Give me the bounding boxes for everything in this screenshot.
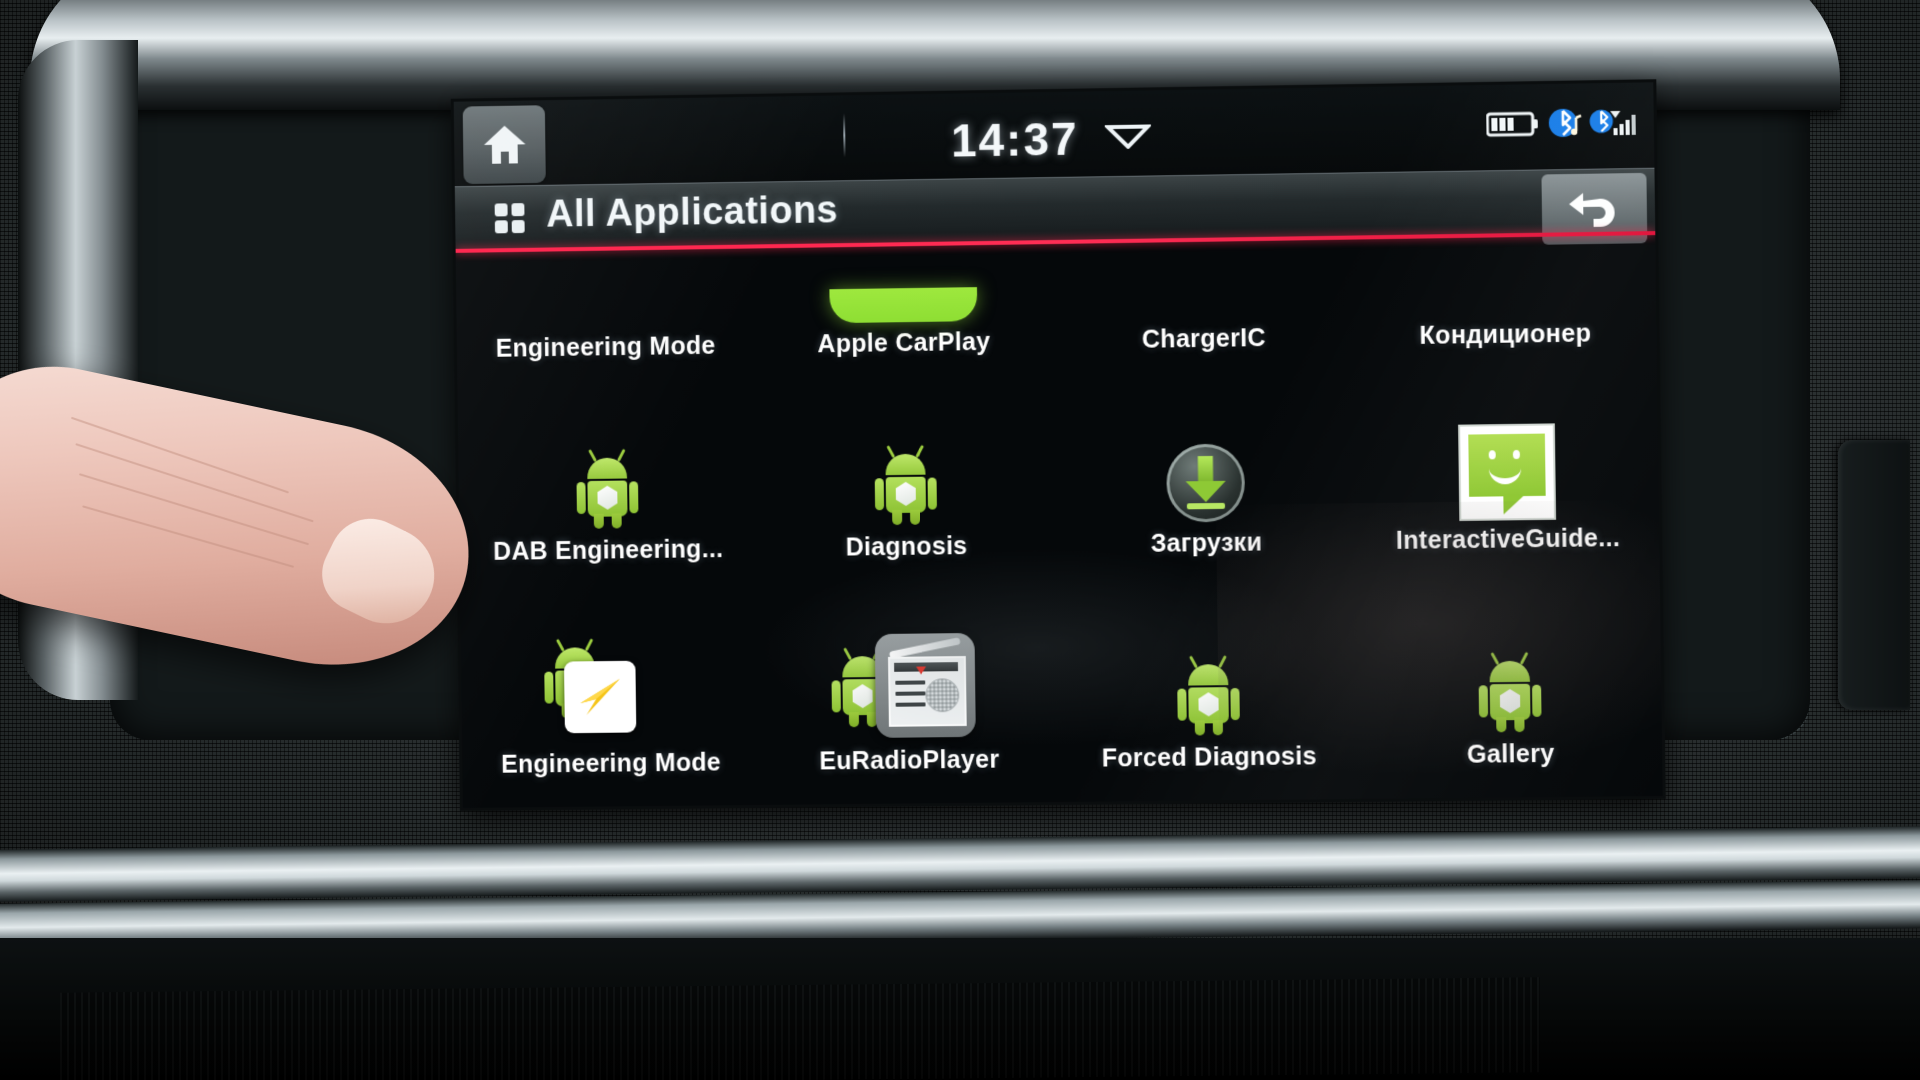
app-grid: Engineering Mode Apple CarPlay ChargerIC…	[456, 235, 1663, 808]
app-item-zagruzki[interactable]: Загрузки	[1054, 366, 1357, 560]
app-item-diagnosis[interactable]: Diagnosis	[755, 370, 1057, 564]
clock-area[interactable]: 14:37	[454, 102, 1654, 175]
app-row-2: DAB Engineering... Diagnosis Загрузки In…	[457, 362, 1659, 568]
app-item-konditsioner[interactable]: Кондиционер	[1353, 197, 1657, 352]
infotainment-screen[interactable]: 14:37 All Applications Engineering Mode …	[453, 82, 1663, 808]
app-row-1: Engineering Mode Apple CarPlay ChargerIC…	[455, 197, 1657, 364]
bluetooth-signal-icon	[1589, 109, 1636, 136]
app-row-3: Engineering Mode EuRadioPlayer Forced Di…	[460, 567, 1662, 780]
app-label: EuRadioPlayer	[819, 745, 1000, 776]
app-label: Gallery	[1466, 739, 1555, 769]
android-robot-icon	[1478, 651, 1542, 734]
app-label: Кондиционер	[1419, 319, 1592, 350]
app-item-apple-carplay[interactable]: Apple CarPlay	[753, 206, 1054, 360]
app-item-euradioplayer[interactable]: EuRadioPlayer	[758, 574, 1060, 777]
message-bubble-icon	[1460, 425, 1555, 519]
app-item-interactive-guide[interactable]: InteractiveGuide...	[1355, 362, 1660, 557]
app-label: DAB Engineering...	[493, 535, 724, 566]
app-item-gallery[interactable]: Gallery	[1357, 567, 1662, 771]
app-label: Apple CarPlay	[817, 327, 991, 359]
clock-time: 14:37	[950, 112, 1079, 167]
app-label: Diagnosis	[845, 532, 968, 562]
system-icons	[1486, 105, 1642, 142]
radio-icon	[874, 632, 976, 738]
navigation-arrow-icon	[563, 660, 637, 734]
side-control-panel[interactable]	[1838, 440, 1910, 710]
app-label: Engineering Mode	[500, 748, 722, 779]
android-robot-icon	[576, 448, 639, 529]
carplay-icon	[829, 287, 978, 324]
app-item-chargeric[interactable]: ChargerIC	[1052, 201, 1355, 356]
app-label: InteractiveGuide...	[1395, 524, 1621, 555]
app-label: Загрузки	[1150, 528, 1263, 558]
download-icon	[1166, 443, 1246, 523]
bluetooth-audio-icon	[1548, 108, 1583, 138]
android-robot-icon	[604, 221, 605, 327]
android-robot-icon	[1202, 212, 1203, 318]
lower-vent	[60, 977, 1540, 1080]
app-item-forced-diagnosis[interactable]: Forced Diagnosis	[1057, 570, 1360, 774]
app-label: Forced Diagnosis	[1101, 742, 1318, 773]
battery-icon	[1486, 108, 1541, 139]
android-robot-icon	[1177, 655, 1240, 737]
app-item-engineering-mode-1[interactable]: Engineering Mode	[455, 211, 755, 365]
android-robot-icon	[874, 444, 937, 527]
chevron-down-icon[interactable]	[1102, 122, 1152, 154]
app-label: ChargerIC	[1141, 324, 1266, 354]
app-item-engineering-mode-2[interactable]: Engineering Mode	[460, 578, 760, 781]
app-label: Engineering Mode	[495, 331, 716, 363]
infotainment-photo: 14:37 All Applications Engineering Mode …	[0, 0, 1920, 1080]
android-robot-icon	[1504, 207, 1505, 313]
